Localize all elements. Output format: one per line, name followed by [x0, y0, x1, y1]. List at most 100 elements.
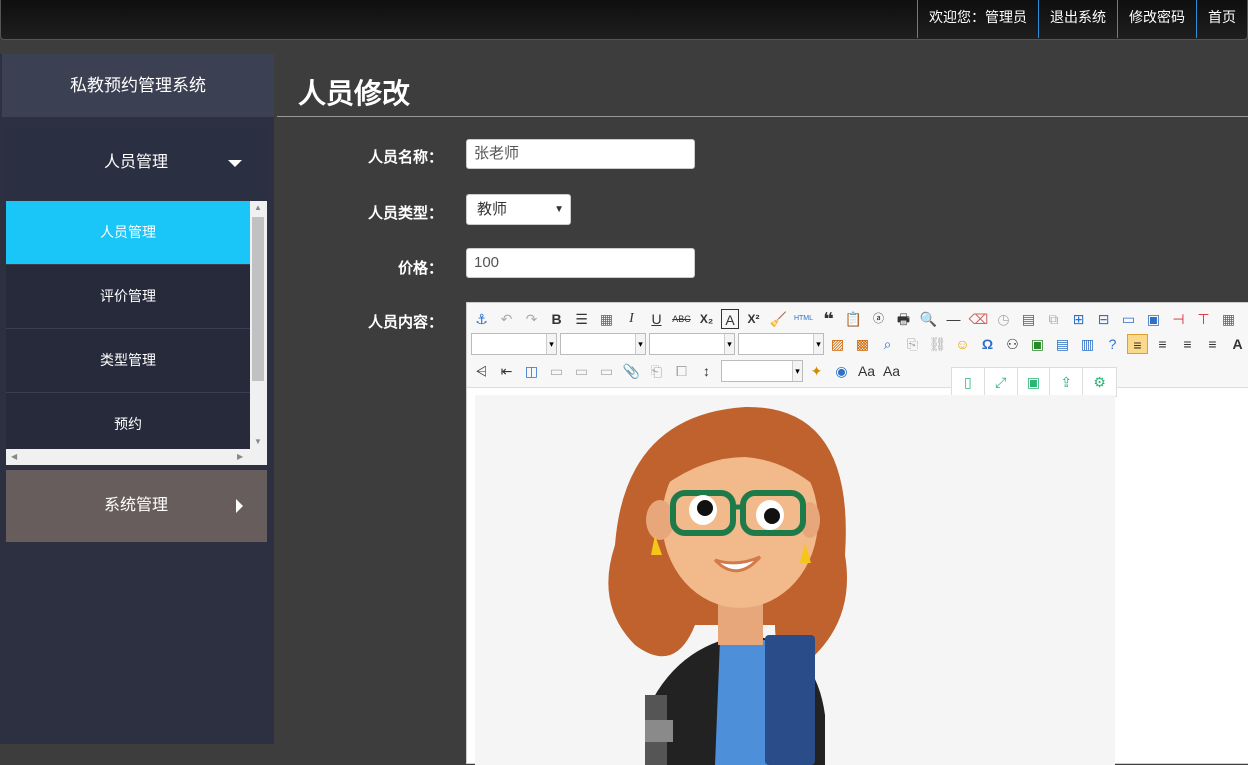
caret-right-icon [236, 499, 243, 513]
table-icon[interactable]: ▭ [1118, 309, 1139, 329]
paste-text-icon[interactable]: 📋 [843, 309, 864, 329]
html-icon[interactable]: HTML [793, 309, 814, 329]
align-justify-icon[interactable]: ≡ [1202, 334, 1223, 354]
horizontal-rule-icon[interactable]: — [943, 309, 964, 329]
page-break-icon[interactable]: ⎗ [646, 361, 667, 381]
logout-link[interactable]: 退出系统 [1038, 0, 1117, 38]
scroll-right-icon[interactable]: ▶ [237, 452, 243, 461]
align-left-icon[interactable]: ≡ [1127, 334, 1148, 354]
strikethrough-icon[interactable]: ABC [671, 309, 692, 329]
print-icon[interactable]: 🖶 [893, 309, 914, 329]
sidebar-item-personnel[interactable]: 人员管理 [6, 201, 250, 265]
line-spacing-icon[interactable]: ↕ [696, 361, 717, 381]
outdent-icon[interactable]: ⇤ [496, 361, 517, 381]
italic-icon[interactable]: I [621, 309, 642, 329]
indent-icon[interactable]: ☰ [571, 309, 592, 329]
scrawl-icon[interactable]: ▤ [1052, 334, 1073, 354]
find-icon[interactable]: ⚇ [1002, 334, 1023, 354]
scroll-left-icon[interactable]: ◀ [11, 452, 17, 461]
delete-col-icon[interactable]: ⊣ [1168, 309, 1189, 329]
editor-content-image[interactable] [475, 395, 1115, 765]
scroll-down-icon[interactable]: ▼ [254, 437, 262, 446]
subscript-icon[interactable]: X₂ [696, 309, 717, 329]
underline-icon[interactable]: U [646, 309, 667, 329]
merge-cells-icon[interactable]: ⧉ [1043, 309, 1064, 329]
price-input[interactable]: 100 [466, 248, 695, 278]
font-border-icon[interactable]: A [721, 309, 739, 329]
date-icon[interactable]: ▤ [1018, 309, 1039, 329]
name-input[interactable]: 张老师 [466, 139, 695, 169]
search-replace-icon[interactable]: ⌕ [877, 334, 898, 354]
share-icon[interactable]: ⇪ [1050, 368, 1084, 396]
teacher-cartoon-image [608, 406, 847, 765]
anchor-icon[interactable]: ⚓ [471, 309, 492, 329]
insert-image-icon[interactable]: ▣ [1027, 334, 1048, 354]
image-icon[interactable]: ▨ [827, 334, 848, 354]
fullscreen-icon[interactable]: ⤢ [985, 368, 1018, 396]
superscript-icon[interactable]: X² [743, 309, 764, 329]
line-height-select[interactable] [738, 333, 824, 355]
font-size-select[interactable] [649, 333, 735, 355]
font-color-icon[interactable]: A [1227, 334, 1248, 354]
case-icon[interactable]: Aa [856, 361, 877, 381]
settings-gear-icon[interactable]: ⚙ [1083, 368, 1116, 396]
type-select[interactable]: 教师 ▼ [466, 194, 571, 225]
vertical-scrollbar[interactable]: ▲ ▼ [250, 201, 267, 449]
image-center-icon[interactable]: ▭ [571, 361, 592, 381]
map-icon[interactable]: ◉ [831, 361, 852, 381]
undo-icon[interactable]: ↶ [496, 309, 517, 329]
align-right-icon[interactable]: ≡ [1152, 334, 1173, 354]
sidebar-item-booking[interactable]: 预约 [6, 393, 250, 457]
sidebar-group-system[interactable]: 系统管理 [6, 470, 267, 542]
attachment-icon[interactable]: 📎 [621, 361, 642, 381]
video-icon[interactable]: ▥ [1077, 334, 1098, 354]
app-brand: 私教预约管理系统 [2, 54, 274, 117]
custom-style-select[interactable] [721, 360, 803, 382]
scroll-up-icon[interactable]: ▲ [254, 203, 262, 212]
clear-format-icon[interactable]: 🧹 [768, 309, 789, 329]
insert-row-icon[interactable]: ⊞ [1068, 309, 1089, 329]
special-char-icon[interactable]: Ω [977, 334, 998, 354]
toolbar-row-2: ▨ ▩ ⌕ ⎘ ⛓ ☺ Ω ⚇ ▣ ▤ ▥ ? ≡ ≡ ≡ ≡ A [471, 332, 1248, 356]
image-left-icon[interactable]: ▭ [546, 361, 567, 381]
bold-icon[interactable]: B [546, 309, 567, 329]
change-password-link[interactable]: 修改密码 [1117, 0, 1196, 38]
align-center-icon[interactable]: ≡ [1177, 334, 1198, 354]
multi-image-icon[interactable]: ▩ [852, 334, 873, 354]
template-icon[interactable]: ⧠ [671, 361, 692, 381]
editor-toolbar: ⚓ ↶ ↷ B ☰ ▦ I U ABC X₂ A X² 🧹 HTML ❝ 📋 ⓐ… [467, 303, 1248, 397]
time-icon[interactable]: ◷ [993, 309, 1014, 329]
sidebar-item-types[interactable]: 类型管理 [6, 329, 250, 393]
blockquote-icon[interactable]: ❝ [818, 309, 839, 329]
sidebar-group-personnel[interactable]: 人员管理 [6, 127, 267, 199]
tablet-icon[interactable]: ▯ [952, 368, 985, 396]
link-icon[interactable]: ⛓ [927, 334, 948, 354]
rich-text-editor[interactable]: ⚓ ↶ ↷ B ☰ ▦ I U ABC X₂ A X² 🧹 HTML ❝ 📋 ⓐ… [466, 302, 1248, 765]
scrollbar-thumb[interactable] [252, 217, 264, 381]
emoticon-icon[interactable]: ☺ [952, 334, 973, 354]
table-props-icon[interactable]: ▣ [1143, 309, 1164, 329]
insert-frame-icon[interactable]: ◫ [521, 361, 542, 381]
title-divider [277, 116, 1248, 117]
font-size-alt-icon[interactable]: Aa [881, 361, 902, 381]
save-icon[interactable]: ▣ [1018, 368, 1051, 396]
grid-icon[interactable]: ▦ [1218, 309, 1239, 329]
welcome-link[interactable]: 欢迎您：管理员 [917, 0, 1038, 38]
paragraph-select[interactable] [471, 333, 557, 355]
row-spacing-top-icon[interactable]: ⩤ [471, 361, 492, 381]
format-painter-icon[interactable]: ▦ [596, 309, 617, 329]
image-right-icon[interactable]: ▭ [596, 361, 617, 381]
select-all-icon[interactable]: ⓐ [868, 309, 889, 329]
horizontal-scrollbar[interactable]: ◀ ▶ [6, 449, 267, 465]
help-icon[interactable]: ? [1102, 334, 1123, 354]
sidebar-item-reviews[interactable]: 评价管理 [6, 265, 250, 329]
magic-wand-icon[interactable]: ✦ [806, 361, 827, 381]
insert-col-icon[interactable]: ⊟ [1093, 309, 1114, 329]
redo-icon[interactable]: ↷ [521, 309, 542, 329]
split-cells-icon[interactable]: ⊤ [1193, 309, 1214, 329]
font-family-select[interactable] [560, 333, 646, 355]
eraser-icon[interactable]: ⌫ [968, 309, 989, 329]
preview-icon[interactable]: 🔍 [918, 309, 939, 329]
home-link[interactable]: 首页 [1196, 0, 1247, 38]
copy-format-icon[interactable]: ⎘ [902, 334, 923, 354]
